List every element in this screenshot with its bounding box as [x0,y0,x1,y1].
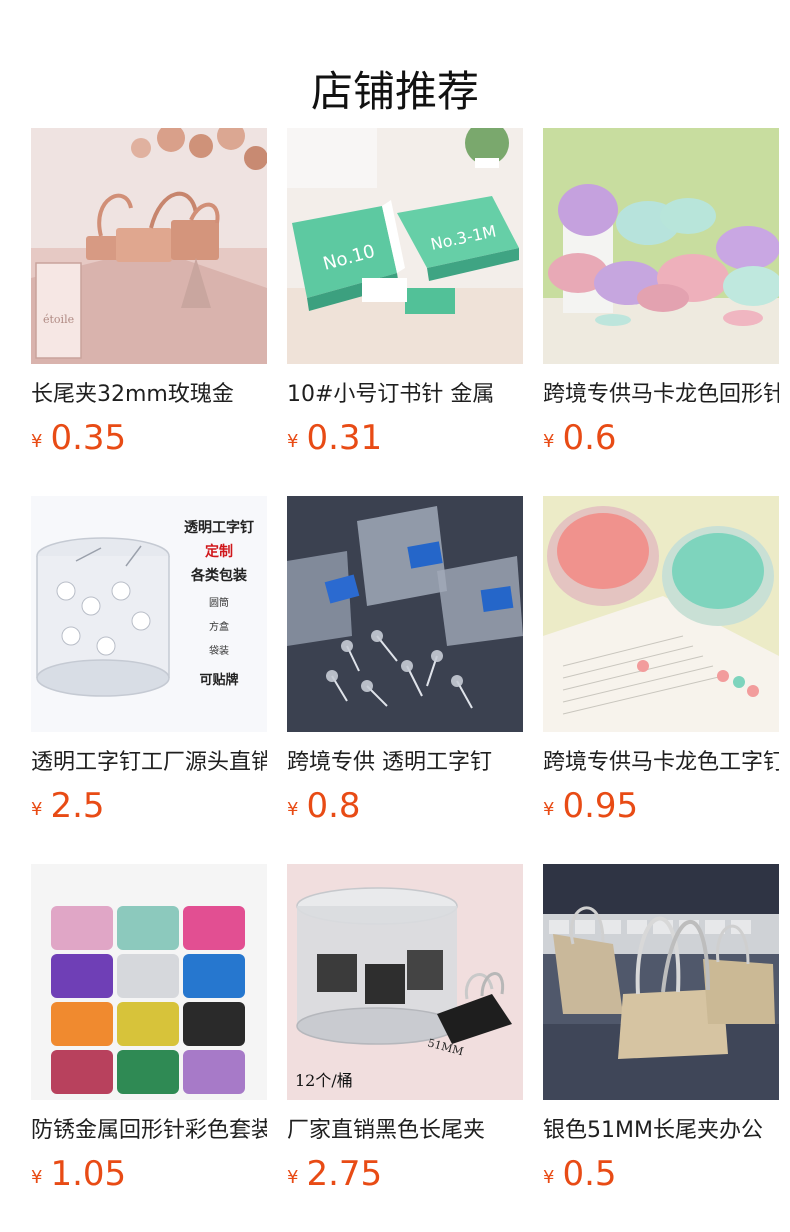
price-value: 0.6 [562,418,617,458]
price-value: 0.35 [50,418,127,458]
currency-symbol: ¥ [287,799,299,820]
clear-pushpins-boxes-photo[interactable] [287,496,523,732]
product-card[interactable]: 跨境专供马卡龙色回形针 ¥0.6 [543,128,779,468]
product-price: ¥1.05 [31,1152,126,1196]
product-name[interactable]: 跨境专供 透明工字钉 [287,746,523,780]
product-card[interactable]: 51MM 12个/桶 厂家直销黑色长尾夹 ¥2.75 [287,864,523,1204]
product-card[interactable]: 防锈金属回形针彩色套装 ¥1.05 [31,864,267,1204]
image-caption-option: 方盒 [209,620,229,633]
recommended-page: 店铺推荐 étoile 长尾夹32mm玫瑰金 ¥ 0.35 No.10 No.3… [0,0,790,1232]
product-name[interactable]: 跨境专供马卡龙色工字钉 [543,746,779,780]
product-price: ¥2.5 [31,784,105,828]
currency-symbol: ¥ [287,431,299,452]
currency-symbol: ¥ [31,799,43,820]
price-value: 2.75 [306,1154,383,1194]
rose-gold-binder-clips-photo[interactable]: étoile [31,128,267,364]
product-name[interactable]: 10#小号订书针 金属 [287,378,523,412]
currency-symbol: ¥ [543,431,555,452]
page-title: 店铺推荐 [310,67,479,117]
product-name[interactable]: 透明工字钉工厂源头直销 [31,746,267,780]
macaron-paper-clips-photo[interactable] [543,128,779,364]
product-name[interactable]: 长尾夹32mm玫瑰金 [31,378,267,412]
clear-pushpins-jar-photo[interactable]: 透明工字钉 定制 各类包装 圆筒 方盒 袋装 可贴牌 [31,496,267,732]
price-value: 1.05 [50,1154,127,1194]
staples-boxes-photo[interactable]: No.10 No.3-1M [287,128,523,364]
image-caption-count: 12个/桶 [295,1071,353,1090]
image-caption-option: 圆筒 [209,596,229,609]
currency-symbol: ¥ [287,1167,299,1188]
image-caption-option: 袋装 [209,644,229,657]
product-price: ¥0.8 [287,784,361,828]
product-price: ¥0.95 [543,784,638,828]
image-caption-custom: 定制 [205,543,233,560]
product-name[interactable]: 跨境专供马卡龙色回形针 [543,378,779,412]
colorful-paper-clips-jars-photo[interactable] [31,864,267,1100]
currency-symbol: ¥ [31,1167,43,1188]
product-card[interactable]: étoile 长尾夹32mm玫瑰金 ¥0.35 [31,128,267,468]
currency-symbol: ¥ [31,431,43,452]
product-name[interactable]: 银色51MM长尾夹办公 [543,1114,779,1148]
product-card[interactable]: No.10 No.3-1M 10#小号订书针 金属 ¥0.31 [287,128,523,468]
product-name[interactable]: 厂家直销黑色长尾夹 [287,1114,523,1148]
product-card[interactable]: 透明工字钉 定制 各类包装 圆筒 方盒 袋装 可贴牌 透明工字钉工厂源头直销 ¥… [31,496,267,836]
black-binder-clips-tub-photo[interactable]: 51MM 12个/桶 [287,864,523,1100]
image-caption-brand: 可贴牌 [199,672,238,688]
product-card[interactable]: 跨境专供 透明工字钉 ¥0.8 [287,496,523,836]
silver-binder-clips-photo[interactable] [543,864,779,1100]
currency-symbol: ¥ [543,1167,555,1188]
price-value: 0.31 [306,418,383,458]
price-value: 0.5 [562,1154,617,1194]
price-value: 0.95 [562,786,639,826]
product-price: ¥0.31 [287,416,382,460]
currency-symbol: ¥ [543,799,555,820]
image-caption-title: 透明工字钉 [184,519,254,536]
product-price: ¥0.5 [543,1152,617,1196]
product-name[interactable]: 防锈金属回形针彩色套装 [31,1114,267,1148]
price-value: 2.5 [50,786,105,826]
svg-text:étoile: étoile [43,313,74,326]
image-caption-pack: 各类包装 [190,567,248,584]
price-value: 0.8 [306,786,361,826]
product-price: ¥2.75 [287,1152,382,1196]
macaron-pushpins-photo[interactable] [543,496,779,732]
product-card[interactable]: 银色51MM长尾夹办公 ¥0.5 [543,864,779,1204]
product-card[interactable]: 跨境专供马卡龙色工字钉 ¥0.95 [543,496,779,836]
product-price: ¥0.35 [31,416,126,460]
product-price: ¥0.6 [543,416,617,460]
